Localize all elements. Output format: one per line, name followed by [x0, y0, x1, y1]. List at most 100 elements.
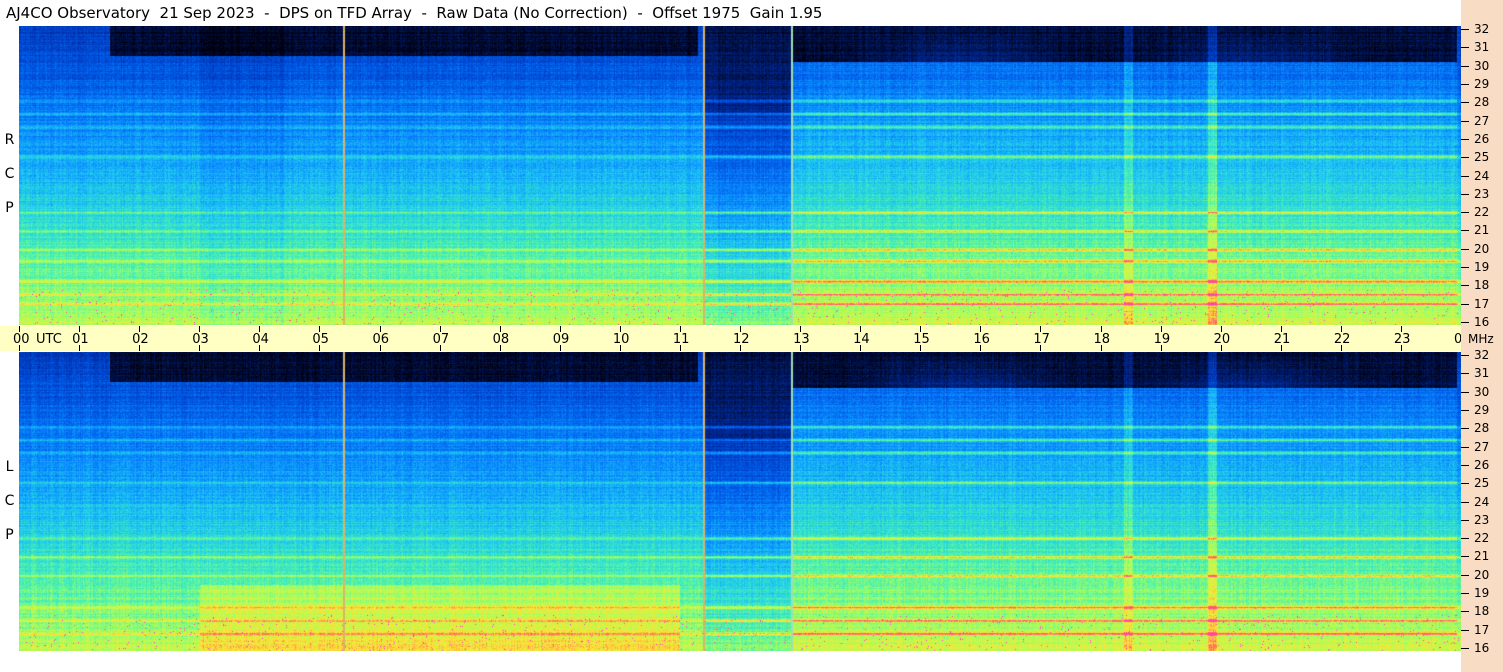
spectrogram-lcp [19, 352, 1461, 651]
y-unit-label: MHz [1468, 332, 1494, 346]
x-tick-label: 03 [192, 332, 209, 347]
rcp-freq-tick-mark [1461, 285, 1469, 287]
x-tick-mark [1100, 326, 1102, 332]
x-tick-label: 02 [132, 332, 149, 347]
lcp-freq-tick-mark [1461, 556, 1469, 558]
rcp-freq-tick-mark [1461, 267, 1469, 269]
lcp-freq-tick-mark [1461, 538, 1469, 540]
rcp-letter-c: C [4, 166, 15, 182]
x-tick-label: 20 [1213, 332, 1231, 347]
rcp-freq-tick-mark [1461, 29, 1469, 30]
x-tick-mark [740, 326, 741, 332]
rcp-freq-tick-label: 27 [1474, 113, 1490, 128]
rcp-freq-tick-label: 28 [1474, 95, 1490, 110]
lcp-freq-tick-mark [1461, 391, 1469, 393]
x-tick-mark [199, 326, 201, 332]
x-tick-mark [679, 326, 681, 332]
lcp-freq-tick-mark [1461, 519, 1469, 521]
rcp-freq-tick-label: 21 [1474, 223, 1490, 238]
x-tick-mark [379, 326, 381, 332]
rcp-freq-tick-mark [1461, 175, 1469, 177]
rcp-freq-tick-label: 17 [1474, 296, 1490, 311]
x-tick-mark [379, 345, 381, 351]
rcp-freq-tick-label: 24 [1474, 168, 1490, 183]
x-tick-mark [1040, 345, 1042, 351]
x-tick-label: 18 [1093, 332, 1111, 347]
x-unit-label: UTC [36, 332, 62, 347]
lcp-freq-tick-label: 28 [1474, 421, 1490, 436]
x-tick-mark [319, 345, 321, 351]
x-tick-mark [439, 326, 441, 332]
x-tick-mark [920, 326, 922, 332]
x-tick-mark [619, 345, 621, 351]
rcp-freq-tick-mark [1461, 322, 1469, 323]
lcp-letter-l: L [5, 459, 14, 475]
x-tick-mark [559, 326, 561, 332]
rcp-freq-tick-mark [1461, 120, 1469, 122]
x-tick-mark [980, 345, 982, 351]
x-tick-mark [1280, 345, 1282, 351]
rcp-freq-tick-mark [1461, 230, 1469, 232]
rcp-freq-tick-mark [1461, 157, 1469, 159]
x-tick-label: 15 [913, 332, 930, 347]
lcp-freq-tick-mark [1461, 629, 1469, 631]
x-tick-mark [139, 345, 141, 351]
rcp-freq-tick-mark [1461, 303, 1469, 305]
x-tick-label: 16 [973, 332, 990, 347]
x-tick-mark [79, 326, 81, 332]
lcp-freq-tick-mark [1461, 648, 1469, 649]
spectrogram-rcp [19, 26, 1461, 325]
rcp-letter-r: R [4, 132, 15, 148]
rcp-freq-tick-label: 31 [1474, 40, 1490, 55]
rcp-freq-tick-mark [1461, 138, 1469, 140]
lcp-freq-tick-label: 25 [1474, 476, 1490, 491]
lcp-freq-tick-label: 29 [1474, 402, 1490, 417]
x-tick-mark [259, 326, 261, 332]
x-tick-mark [679, 345, 681, 351]
x-tick-label: 17 [1033, 332, 1050, 347]
lcp-freq-tick-label: 21 [1474, 549, 1490, 564]
x-tick-mark [499, 326, 501, 332]
lcp-freq-tick-mark [1461, 464, 1469, 466]
lcp-freq-tick-label: 17 [1474, 622, 1490, 637]
lcp-freq-tick-mark [1461, 501, 1469, 503]
x-tick-mark [740, 345, 741, 351]
rcp-freq-tick-mark [1461, 47, 1469, 49]
rcp-freq-tick-label: 29 [1474, 76, 1490, 91]
rcp-freq-tick-mark [1461, 65, 1469, 67]
rcp-freq-tick-label: 16 [1474, 315, 1490, 329]
x-tick-mark [1280, 326, 1282, 332]
chart-title: AJ4CO Observatory 21 Sep 2023 - DPS on T… [6, 4, 823, 22]
rcp-freq-tick-mark [1461, 193, 1469, 195]
x-tick-label: 10 [612, 332, 630, 347]
x-tick-mark [980, 326, 982, 332]
x-tick-mark [319, 326, 321, 332]
x-tick-label: 11 [672, 332, 690, 347]
lcp-freq-tick-label: 26 [1474, 457, 1490, 472]
x-tick-label: 07 [432, 332, 450, 347]
x-tick-mark [1400, 345, 1402, 351]
lcp-freq-tick-mark [1461, 373, 1469, 375]
lcp-freq-tick-mark [1461, 409, 1469, 411]
x-tick-label: 12 [733, 332, 750, 347]
rcp-freq-tick-label: 22 [1474, 205, 1490, 220]
x-tick-mark [1100, 345, 1102, 351]
rcp-heatmap-canvas [19, 26, 1461, 325]
x-tick-label: 23 [1393, 332, 1411, 347]
lcp-letter-c: C [4, 493, 15, 509]
x-tick-mark [1160, 326, 1162, 332]
lcp-letter-p: P [5, 527, 14, 543]
lcp-freq-tick-label: 30 [1474, 384, 1490, 399]
x-tick-mark [860, 345, 862, 351]
rcp-freq-tick-mark [1461, 212, 1469, 214]
x-tick-label: 21 [1273, 332, 1291, 347]
rcp-freq-tick-mark [1461, 102, 1469, 104]
x-tick-mark [19, 345, 20, 351]
rcp-freq-tick-label: 25 [1474, 150, 1490, 165]
rcp-freq-tick-label: 20 [1474, 241, 1490, 256]
rcp-freq-tick-mark [1461, 83, 1469, 85]
x-tick-label: 06 [372, 332, 390, 347]
rcp-freq-tick-mark [1461, 248, 1469, 250]
x-tick-label: 05 [312, 332, 329, 347]
lcp-freq-tick-mark [1461, 355, 1469, 356]
